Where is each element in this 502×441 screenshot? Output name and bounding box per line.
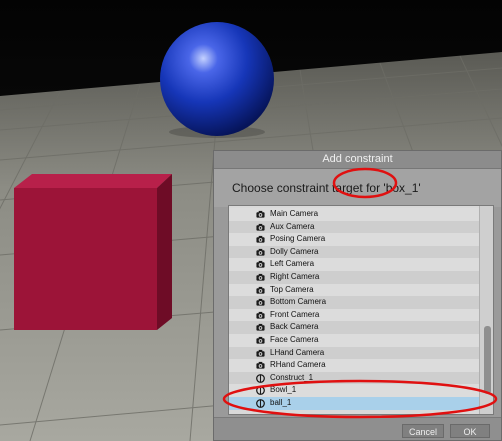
camera-icon	[256, 349, 265, 358]
list-item-label: Main Camera	[270, 209, 319, 218]
list-item[interactable]: RHand Camera	[229, 359, 481, 372]
dialog-footer: Cancel OK	[214, 417, 501, 440]
list-item[interactable]: Right Camera	[229, 271, 481, 284]
list-item[interactable]: Face Camera	[229, 334, 481, 347]
camera-icon	[256, 260, 265, 269]
list-item-label: Construct_1	[270, 372, 314, 382]
prop-icon	[256, 373, 265, 383]
camera-icon	[256, 336, 265, 345]
list-item-label: LHand Camera	[270, 347, 325, 357]
list-item[interactable]: Bottom Camera	[229, 296, 481, 309]
target-list[interactable]: Main Camera Aux Camera Posing Camera Dolly …	[228, 205, 494, 415]
camera-icon	[256, 311, 265, 320]
list-item-label: Posing Camera	[270, 234, 326, 244]
camera-icon	[256, 210, 265, 219]
list-item-label: RHand Camera	[270, 360, 326, 370]
list-item[interactable]: ball_1	[229, 397, 481, 410]
list-item-label: Aux Camera	[270, 221, 315, 231]
list-item-label: Bottom Camera	[270, 297, 327, 307]
list-item[interactable]: Main Camera	[229, 208, 481, 221]
camera-icon	[256, 273, 265, 282]
camera-icon	[256, 323, 265, 332]
list-item[interactable]: Dolly Camera	[229, 245, 481, 259]
list-item[interactable]: Back Camera	[229, 321, 481, 334]
prop-icon	[256, 386, 265, 396]
camera-icon	[256, 223, 265, 232]
camera-icon	[256, 286, 265, 295]
camera-icon	[256, 235, 265, 244]
camera-icon	[256, 298, 265, 307]
list-item-label: Front Camera	[270, 309, 320, 319]
list-item[interactable]: LHand Camera	[229, 346, 481, 360]
list-item-label: ball_1	[270, 398, 292, 407]
list-item[interactable]: Construct_1	[229, 371, 481, 385]
camera-icon	[256, 248, 265, 257]
list-item[interactable]: Left Camera	[229, 258, 481, 271]
list-item-label: Dolly Camera	[270, 246, 319, 256]
list-item-label: Top Camera	[270, 284, 314, 294]
dialog-title: Add constraint	[214, 151, 501, 169]
ok-button[interactable]: OK	[450, 424, 490, 438]
list-item[interactable]: Posing Camera	[229, 233, 481, 246]
add-constraint-dialog: Add constraint Choose constraint target …	[213, 150, 502, 441]
list-item-label: Bowl_1	[270, 385, 297, 395]
list-item[interactable]: Front Camera	[229, 308, 481, 322]
list-item-label: Face Camera	[270, 335, 319, 344]
prop-icon	[256, 399, 265, 408]
list-item[interactable]: Aux Camera	[229, 220, 481, 234]
list-item-label: Back Camera	[270, 322, 319, 332]
camera-icon	[256, 361, 265, 370]
scrollbar[interactable]	[479, 206, 493, 414]
list-item-label: Left Camera	[270, 259, 315, 269]
list-item[interactable]: Bowl_1	[229, 384, 481, 397]
cancel-button[interactable]: Cancel	[402, 424, 444, 438]
red-cube[interactable]	[14, 174, 172, 330]
constraint-prompt: Choose constraint target for 'box_1'	[214, 169, 501, 207]
list-item-label: Right Camera	[270, 272, 320, 281]
scrollbar-thumb[interactable]	[484, 326, 491, 394]
list-item[interactable]: Top Camera	[229, 283, 481, 297]
